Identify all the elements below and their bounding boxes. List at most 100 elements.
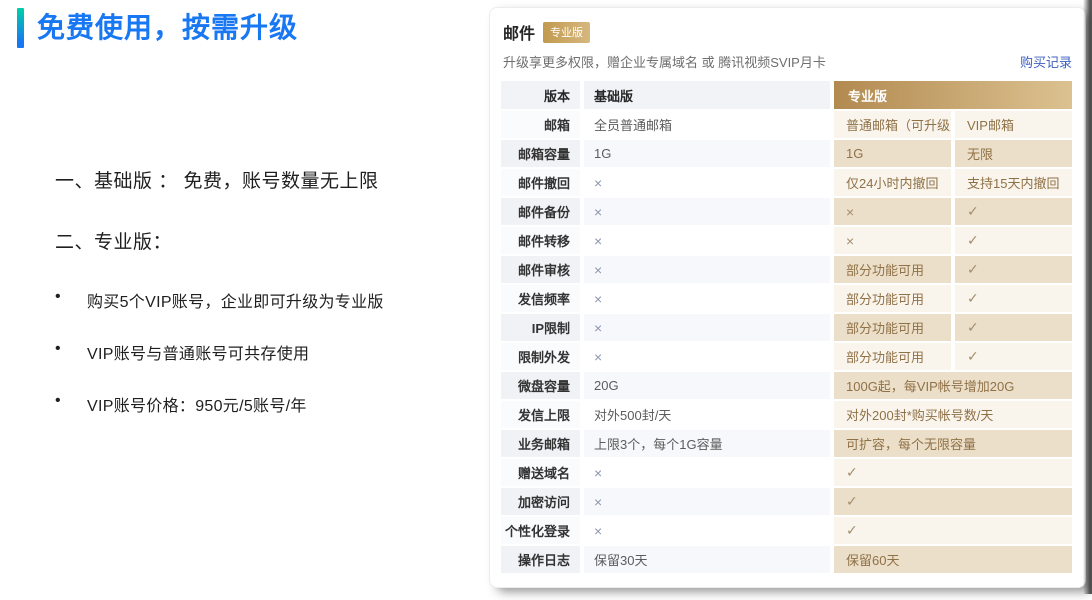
cross-icon: × (594, 291, 602, 307)
pro-normal-value: 部分功能可用 (834, 256, 951, 283)
bullet-icon: • (55, 288, 87, 312)
cell-text: 1G (594, 146, 611, 161)
cell-text: 可扩容，每个无限容量 (846, 434, 976, 453)
table-header-row: 版本 基础版 专业版 (501, 81, 1072, 109)
basic-value: × (584, 256, 830, 283)
feature-label: 邮箱 (501, 111, 580, 138)
table-row: 邮件备份××✓ (501, 198, 1072, 225)
feature-label: 邮件审核 (501, 256, 580, 283)
card-subrow: 升级享更多权限，赠企业专属域名 或 腾讯视频SVIP月卡 购买记录 (503, 52, 1072, 71)
basic-value: 1G (584, 140, 830, 167)
page-title-row: 免费使用，按需升级 (17, 8, 490, 48)
cell-text: 部分功能可用 (846, 289, 924, 308)
cross-icon: × (594, 262, 602, 278)
table-row: 邮件审核 × 部分功能可用 ✓ (501, 256, 1072, 283)
cell-text: 发信上限 (518, 405, 570, 424)
table-row: 微盘容量20G100G起，每VIP帐号增加20G (501, 372, 1072, 399)
check-icon: ✓ (967, 203, 979, 220)
cross-icon: × (594, 494, 602, 510)
feature-label: 限制外发 (501, 343, 580, 370)
cell-text: VIP邮箱 (967, 115, 1014, 134)
card-title: 邮件 (503, 20, 535, 44)
cell-text: 操作日志 (518, 550, 570, 569)
cell-text: 对外500封/天 (594, 405, 671, 424)
cell-text: 业务邮箱 (518, 434, 570, 453)
table-row: 邮箱全员普通邮箱普通邮箱（可升级）VIP邮箱 (501, 111, 1072, 138)
check-icon: ✓ (967, 290, 979, 307)
cell-text: 加密访问 (518, 492, 570, 511)
pro-normal-value: 普通邮箱（可升级） (834, 111, 951, 138)
table-row: 限制外发×部分功能可用✓ (501, 343, 1072, 370)
pro-merged-value: 对外200封*购买帐号数/天 (834, 401, 1072, 428)
note-bullet-text: 购买5个VIP账号，企业即可升级为专业版 (87, 288, 384, 312)
table-row: 业务邮箱 上限3个，每个1G容量 可扩容，每个无限容量 (501, 430, 1072, 457)
header-version: 版本 (501, 81, 580, 109)
cell-text: 发信频率 (518, 289, 570, 308)
note-bullet-text: VIP账号与普通账号可共存使用 (87, 340, 309, 364)
check-icon: ✓ (846, 464, 858, 481)
check-icon: ✓ (967, 348, 979, 365)
notes-list: 一、基础版 ： 免费，账号数量无上限二、专业版：•购买5个VIP账号，企业即可升… (55, 166, 490, 416)
pro-normal-value: × (834, 227, 951, 254)
feature-label: 邮件撤回 (501, 169, 580, 196)
feature-label: 邮件转移 (501, 227, 580, 254)
pro-vip-value: ✓ (955, 256, 1072, 283)
note-bullet: •购买5个VIP账号，企业即可升级为专业版 (55, 288, 490, 312)
basic-value: 20G (584, 372, 830, 399)
cell-text: 邮件转移 (518, 231, 570, 250)
cell-text: 个性化登录 (505, 521, 570, 540)
pro-merged-value: 可扩容，每个无限容量 (834, 430, 1072, 457)
cell-text: 上限3个，每个1G容量 (594, 434, 723, 453)
table-row: 发信上限 对外500封/天 对外200封*购买帐号数/天 (501, 401, 1072, 428)
cell-text: 邮件审核 (518, 260, 570, 279)
basic-value: 上限3个，每个1G容量 (584, 430, 830, 457)
page-title: 免费使用，按需升级 (37, 8, 298, 48)
cell-text: 保留30天 (594, 550, 647, 569)
feature-label: 发信频率 (501, 285, 580, 312)
table-row: 赠送域名×✓ (501, 459, 1072, 486)
check-icon: ✓ (967, 319, 979, 336)
pro-normal-value: 部分功能可用 (834, 314, 951, 341)
pro-merged-value: ✓ (834, 517, 1072, 544)
purchase-history-link[interactable]: 购买记录 (1020, 52, 1072, 71)
header-basic: 基础版 (584, 81, 830, 109)
accent-bar (17, 8, 24, 48)
check-icon: ✓ (967, 232, 979, 249)
feature-label: IP限制 (501, 314, 580, 341)
table-row: 发信频率 × 部分功能可用 ✓ (501, 285, 1072, 312)
table-row: 邮件撤回×仅24小时内撤回支持15天内撤回 (501, 169, 1072, 196)
bullet-icon: • (55, 392, 87, 416)
cell-text: 部分功能可用 (846, 260, 924, 279)
left-panel: 免费使用，按需升级 一、基础版 ： 免费，账号数量无上限二、专业版：•购买5个V… (0, 0, 490, 600)
basic-value: × (584, 517, 830, 544)
note-bullet: •VIP账号价格：950元/5账号/年 (55, 392, 490, 416)
pro-normal-value: × (834, 198, 951, 225)
cross-icon: × (594, 523, 602, 539)
cell-text: IP限制 (532, 318, 570, 337)
pro-merged-value: 100G起，每VIP帐号增加20G (834, 372, 1072, 399)
pro-normal-value: 1G (834, 140, 951, 167)
check-icon: ✓ (846, 493, 858, 510)
feature-label: 个性化登录 (501, 517, 580, 544)
bullet-icon: • (55, 340, 87, 364)
table-row: 邮箱容量1G1G无限 (501, 140, 1072, 167)
table-row: 加密访问 × ✓ (501, 488, 1072, 515)
pro-merged-value: 保留60天 (834, 546, 1072, 573)
pro-normal-value: 部分功能可用 (834, 285, 951, 312)
pro-vip-value: ✓ (955, 314, 1072, 341)
basic-value: × (584, 227, 830, 254)
cell-text: 邮件备份 (518, 202, 570, 221)
cross-icon: × (594, 349, 602, 365)
pro-vip-value: 无限 (955, 140, 1072, 167)
pro-vip-value: ✓ (955, 198, 1072, 225)
feature-label: 操作日志 (501, 546, 580, 573)
cell-text: 20G (594, 378, 619, 393)
cell-text: 仅24小时内撤回 (846, 173, 938, 192)
basic-value: 对外500封/天 (584, 401, 830, 428)
cross-icon: × (846, 233, 854, 249)
note-heading: 二、专业版： (55, 227, 490, 254)
cross-icon: × (594, 233, 602, 249)
cell-text: 部分功能可用 (846, 318, 924, 337)
note-bullet-text: VIP账号价格：950元/5账号/年 (87, 392, 307, 416)
cross-icon: × (846, 204, 854, 220)
